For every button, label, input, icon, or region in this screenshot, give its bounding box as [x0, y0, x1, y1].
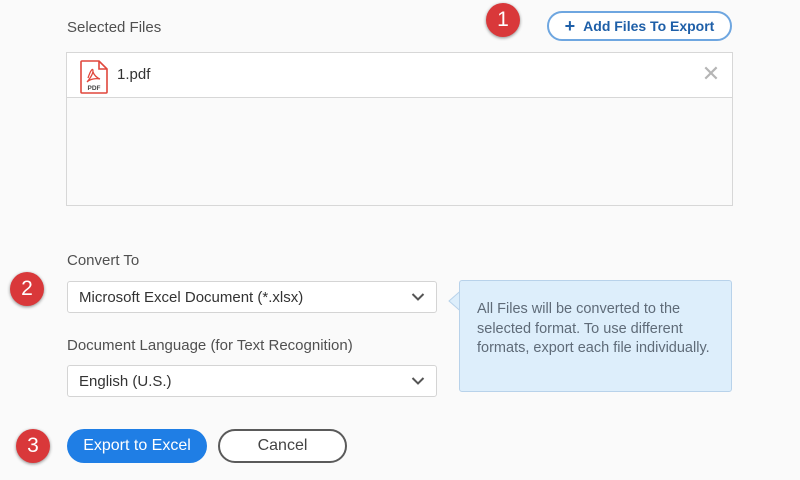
- add-files-button[interactable]: + Add Files To Export: [547, 11, 732, 41]
- convert-to-value: Microsoft Excel Document (*.xlsx): [79, 289, 304, 306]
- pdf-file-icon: PDF: [80, 60, 108, 94]
- add-files-label: Add Files To Export: [583, 18, 715, 34]
- pdf-icon-label: PDF: [88, 85, 101, 92]
- convert-to-label: Convert To: [67, 252, 140, 269]
- step-badge-3: 3: [16, 429, 50, 463]
- plus-icon: +: [564, 16, 576, 36]
- convert-to-dropdown[interactable]: Microsoft Excel Document (*.xlsx): [67, 281, 437, 313]
- info-callout: All Files will be converted to the selec…: [459, 280, 732, 392]
- close-icon[interactable]: ✕: [701, 63, 721, 85]
- step-badge-1: 1: [486, 3, 520, 37]
- chevron-down-icon: [411, 377, 425, 385]
- selected-files-label: Selected Files: [67, 19, 162, 36]
- file-list-item[interactable]: PDF 1.pdf ✕: [67, 53, 732, 98]
- cancel-button[interactable]: Cancel: [218, 429, 347, 463]
- export-to-excel-button[interactable]: Export to Excel: [67, 429, 207, 463]
- document-language-label: Document Language (for Text Recognition): [67, 337, 353, 354]
- document-language-value: English (U.S.): [79, 373, 172, 390]
- file-name: 1.pdf: [117, 66, 151, 83]
- step-badge-2: 2: [10, 272, 44, 306]
- selected-files-list: PDF 1.pdf ✕: [66, 52, 733, 206]
- info-callout-text: All Files will be converted to the selec…: [477, 301, 710, 356]
- document-language-dropdown[interactable]: English (U.S.): [67, 365, 437, 397]
- chevron-down-icon: [411, 293, 425, 301]
